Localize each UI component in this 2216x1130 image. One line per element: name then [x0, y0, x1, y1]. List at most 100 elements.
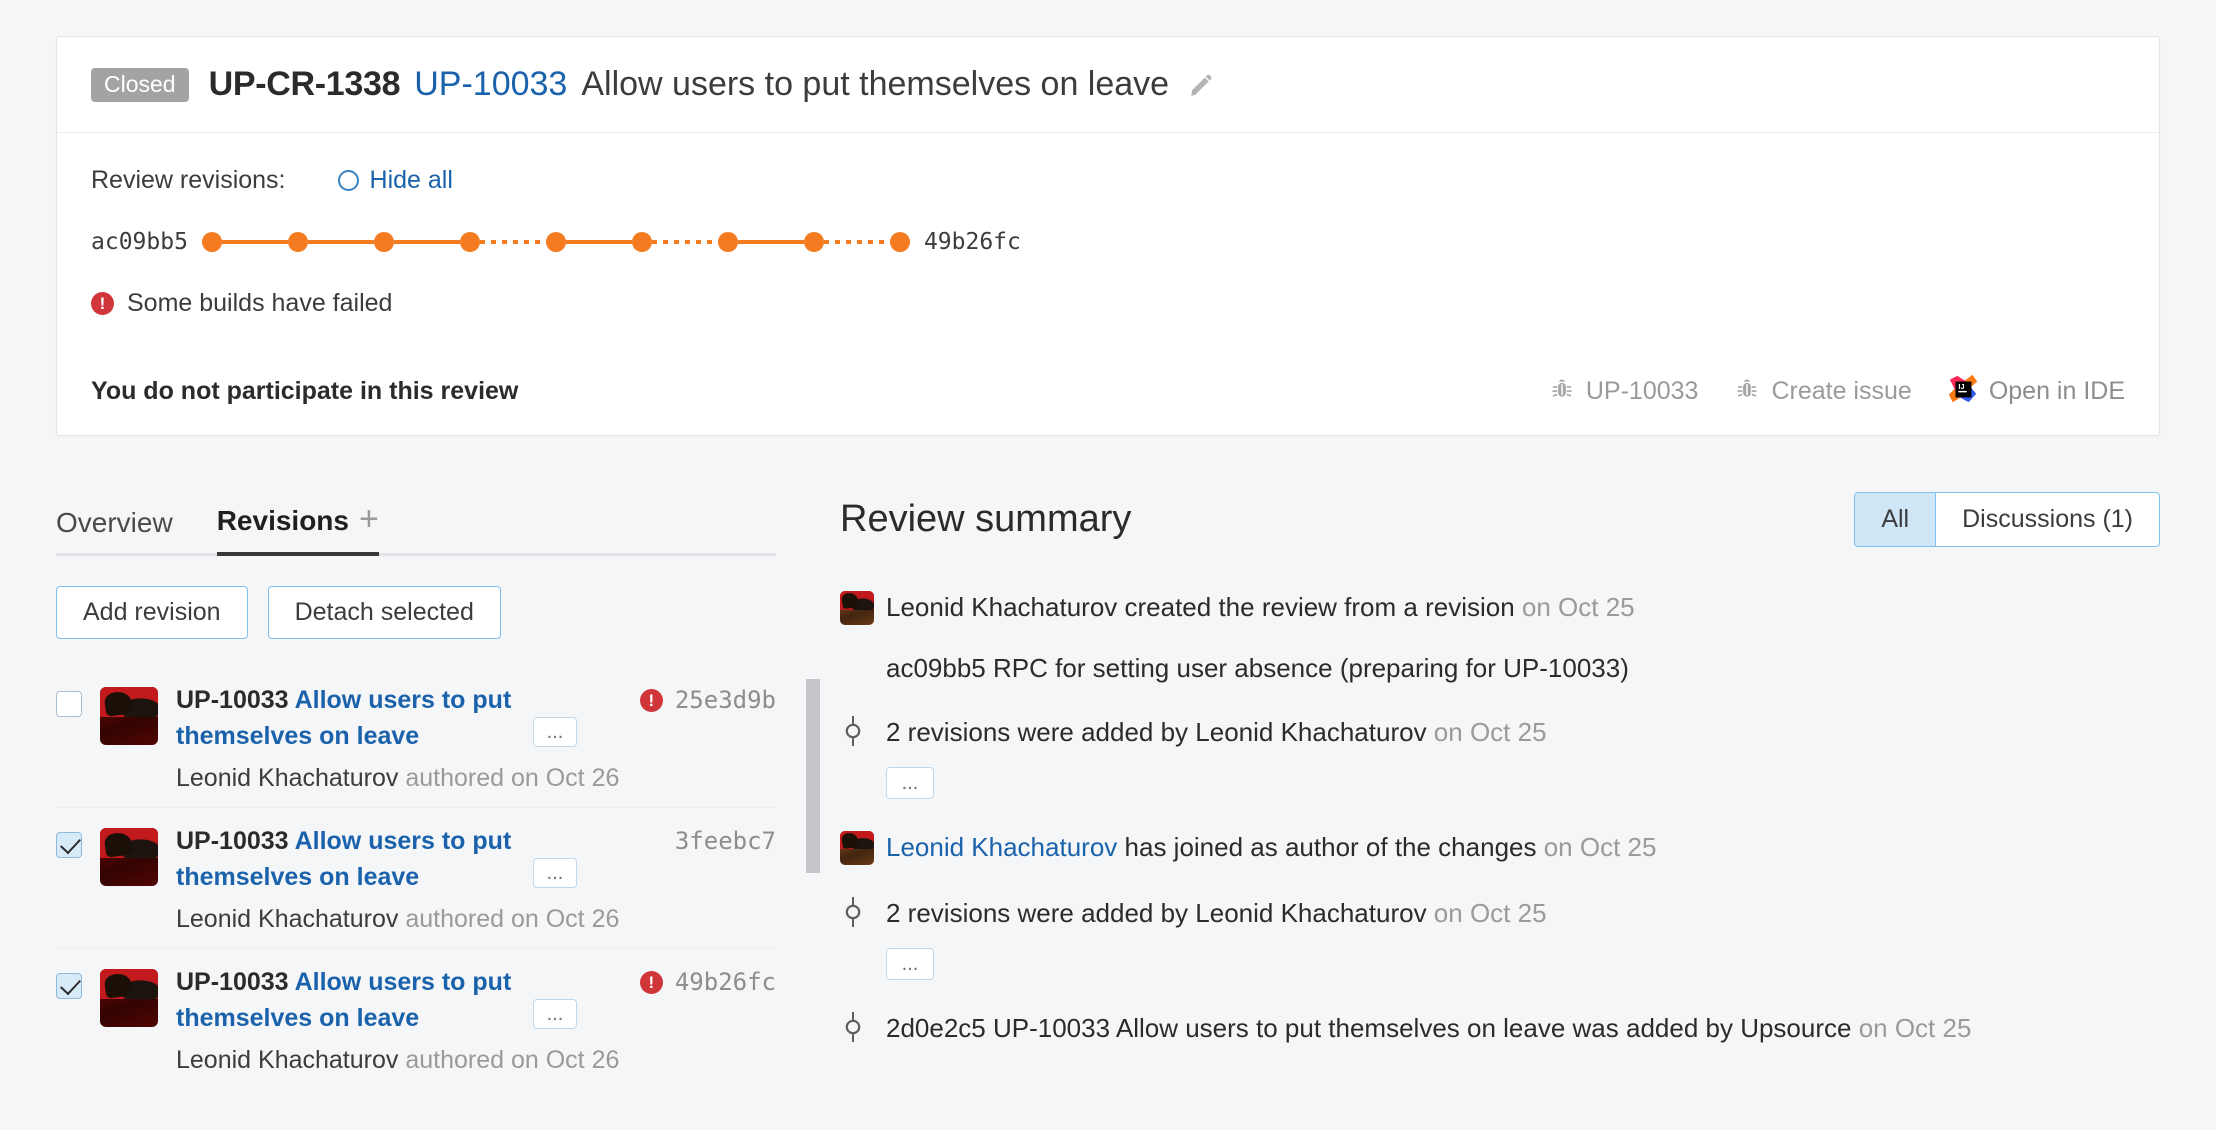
- revision-date: authored on Oct 26: [398, 764, 620, 792]
- revision-more-button[interactable]: ...: [533, 999, 577, 1029]
- revision-more-button[interactable]: ...: [533, 717, 577, 747]
- revision-checkbox[interactable]: [56, 973, 82, 999]
- revision-checkbox[interactable]: [56, 691, 82, 717]
- revision-content: UP-10033 Allow users to put themselves o…: [176, 683, 776, 793]
- revision-more-button[interactable]: ...: [533, 858, 577, 888]
- create-issue-action[interactable]: Create issue: [1734, 376, 1912, 407]
- activity-timestamp: on Oct 25: [1851, 1012, 1972, 1043]
- revision-author-line: Leonid Khachaturov authored on Oct 26: [176, 905, 776, 934]
- revision-author-line: Leonid Khachaturov authored on Oct 26: [176, 764, 776, 793]
- revision-list-item[interactable]: UP-10033 Allow users to put themselves o…: [56, 948, 776, 1089]
- revision-title[interactable]: UP-10033 Allow users to put themselves o…: [176, 965, 521, 1036]
- activity-feed: Leonid Khachaturov created the review fr…: [840, 589, 2160, 1046]
- open-in-ide-label: Open in IDE: [1988, 377, 2125, 405]
- activity-timestamp: on Oct 25: [1536, 831, 1657, 862]
- activity-expand-button[interactable]: ...: [886, 766, 934, 799]
- tab-overview[interactable]: Overview: [56, 507, 173, 553]
- header-actions: UP-10033 Create issue IJ Open in IDE: [1549, 374, 2125, 409]
- revisions-panel: Overview Revisions + Add revision Detach …: [56, 500, 820, 1089]
- review-header-body: Review revisions: Hide all ac09bb5 49b26…: [57, 133, 2159, 435]
- activity-text: has joined as author of the changes: [1117, 831, 1537, 862]
- activity-user-link[interactable]: Leonid Khachaturov: [886, 832, 1117, 862]
- revision-hash[interactable]: 49b26fc: [675, 968, 776, 996]
- avatar: [100, 687, 158, 745]
- revision-list: UP-10033 Allow users to put themselves o…: [56, 667, 820, 1089]
- summary-filter-group: All Discussions (1): [1854, 492, 2160, 547]
- pencil-icon[interactable]: [1187, 70, 1217, 100]
- avatar: [100, 969, 158, 1027]
- review-title-bar: Closed UP-CR-1338 UP-10033 Allow users t…: [57, 37, 2159, 133]
- timeline-revision-dot[interactable]: [803, 232, 824, 252]
- revision-title[interactable]: UP-10033 Allow users to put themselves o…: [176, 683, 521, 754]
- hide-all-toggle[interactable]: Hide all: [337, 166, 453, 195]
- issue-action-link[interactable]: UP-10033: [1549, 376, 1699, 407]
- activity-text: 2d0e2c5 UP-10033 Allow users to put them…: [886, 1012, 1852, 1043]
- review-id: UP-CR-1338: [208, 65, 401, 103]
- timeline-segment: [651, 239, 718, 245]
- activity-feed-text: Leonid Khachaturov created the review fr…: [886, 589, 2160, 625]
- timeline-revision-dot[interactable]: [201, 232, 222, 252]
- activity-timestamp: on Oct 25: [1514, 592, 1635, 622]
- revision-node-icon: [840, 714, 886, 747]
- open-in-ide-action[interactable]: IJ Open in IDE: [1948, 374, 2125, 409]
- error-icon: !: [91, 292, 114, 315]
- scrollbar-thumb[interactable]: [806, 679, 820, 873]
- revision-hash[interactable]: 3feebc7: [675, 827, 776, 855]
- revision-author: Leonid Khachaturov: [176, 905, 399, 933]
- review-summary-text: Allow users to put themselves on leave: [581, 65, 1170, 103]
- revision-list-item[interactable]: UP-10033 Allow users to put themselves o…: [56, 807, 776, 948]
- activity-feed-body: 2 revisions were added by Leonid Khachat…: [886, 714, 2160, 799]
- timeline-revision-dot[interactable]: [545, 232, 566, 252]
- timeline-revision-dot[interactable]: [287, 232, 308, 252]
- timeline-revision-dot[interactable]: [889, 232, 910, 252]
- timeline-segment: [823, 239, 890, 245]
- activity-text: 2 revisions were added by Leonid Khachat…: [886, 717, 1427, 748]
- participation-status: You do not participate in this review: [91, 377, 519, 405]
- filter-all-button[interactable]: All: [1855, 493, 1936, 546]
- revision-checkbox[interactable]: [56, 832, 82, 858]
- issue-link[interactable]: UP-10033: [414, 65, 567, 104]
- avatar: [100, 828, 158, 886]
- avatar: [840, 829, 886, 865]
- timeline-revision-dot[interactable]: [373, 232, 394, 252]
- avatar: [840, 830, 874, 865]
- activity-detail: ac09bb5 RPC for setting user absence (pr…: [886, 653, 1629, 684]
- revision-hash[interactable]: 25e3d9b: [675, 686, 776, 714]
- revision-list-scrollbar[interactable]: [806, 667, 820, 947]
- review-summary-title: Review summary: [840, 498, 1132, 540]
- timeline-segment: [307, 240, 374, 244]
- add-tab-plus-icon[interactable]: +: [359, 500, 379, 538]
- circle-toggle-icon: [337, 169, 359, 191]
- review-header-footer: You do not participate in this review UP…: [91, 374, 2125, 409]
- add-revision-button[interactable]: Add revision: [56, 586, 248, 639]
- panel-tabs: Overview Revisions +: [56, 500, 776, 556]
- revision-title-line: UP-10033 Allow users to put themselves o…: [176, 965, 776, 1036]
- revision-issue-id: UP-10033: [176, 686, 295, 714]
- timeline-last-hash: 49b26fc: [923, 229, 1021, 255]
- activity-feed-body: Leonid Khachaturov created the review fr…: [886, 589, 2160, 684]
- activity-feed-item: Leonid Khachaturov has joined as author …: [840, 829, 2160, 865]
- activity-feed-body: 2 revisions were added by Leonid Khachat…: [886, 895, 2160, 980]
- avatar: [840, 589, 886, 625]
- revision-content: UP-10033 Allow users to put themselves o…: [176, 965, 776, 1075]
- revision-title-line: UP-10033 Allow users to put themselves o…: [176, 824, 776, 895]
- timeline-revision-dot[interactable]: [717, 232, 738, 252]
- revision-list-item[interactable]: UP-10033 Allow users to put themselves o…: [56, 667, 776, 807]
- timeline-first-hash: ac09bb5: [91, 229, 188, 255]
- detach-selected-button[interactable]: Detach selected: [267, 586, 501, 639]
- revision-title[interactable]: UP-10033 Allow users to put themselves o…: [176, 824, 521, 895]
- revision-author: Leonid Khachaturov: [176, 1046, 399, 1074]
- tab-revisions[interactable]: Revisions +: [216, 500, 379, 556]
- avatar: [840, 591, 874, 625]
- timeline-track[interactable]: [201, 232, 910, 252]
- revision-author: Leonid Khachaturov: [176, 764, 399, 792]
- activity-expand-button[interactable]: ...: [886, 947, 934, 980]
- filter-discussions-button[interactable]: Discussions (1): [1935, 493, 2159, 546]
- timeline-segment: [565, 240, 632, 244]
- bug-icon: [1549, 376, 1575, 407]
- issue-action-label: UP-10033: [1585, 377, 1699, 405]
- timeline-revision-dot[interactable]: [631, 232, 652, 252]
- timeline-revision-dot[interactable]: [459, 232, 480, 252]
- revision-node-icon: [840, 1010, 886, 1042]
- activity-feed-item: Leonid Khachaturov created the review fr…: [840, 589, 2160, 684]
